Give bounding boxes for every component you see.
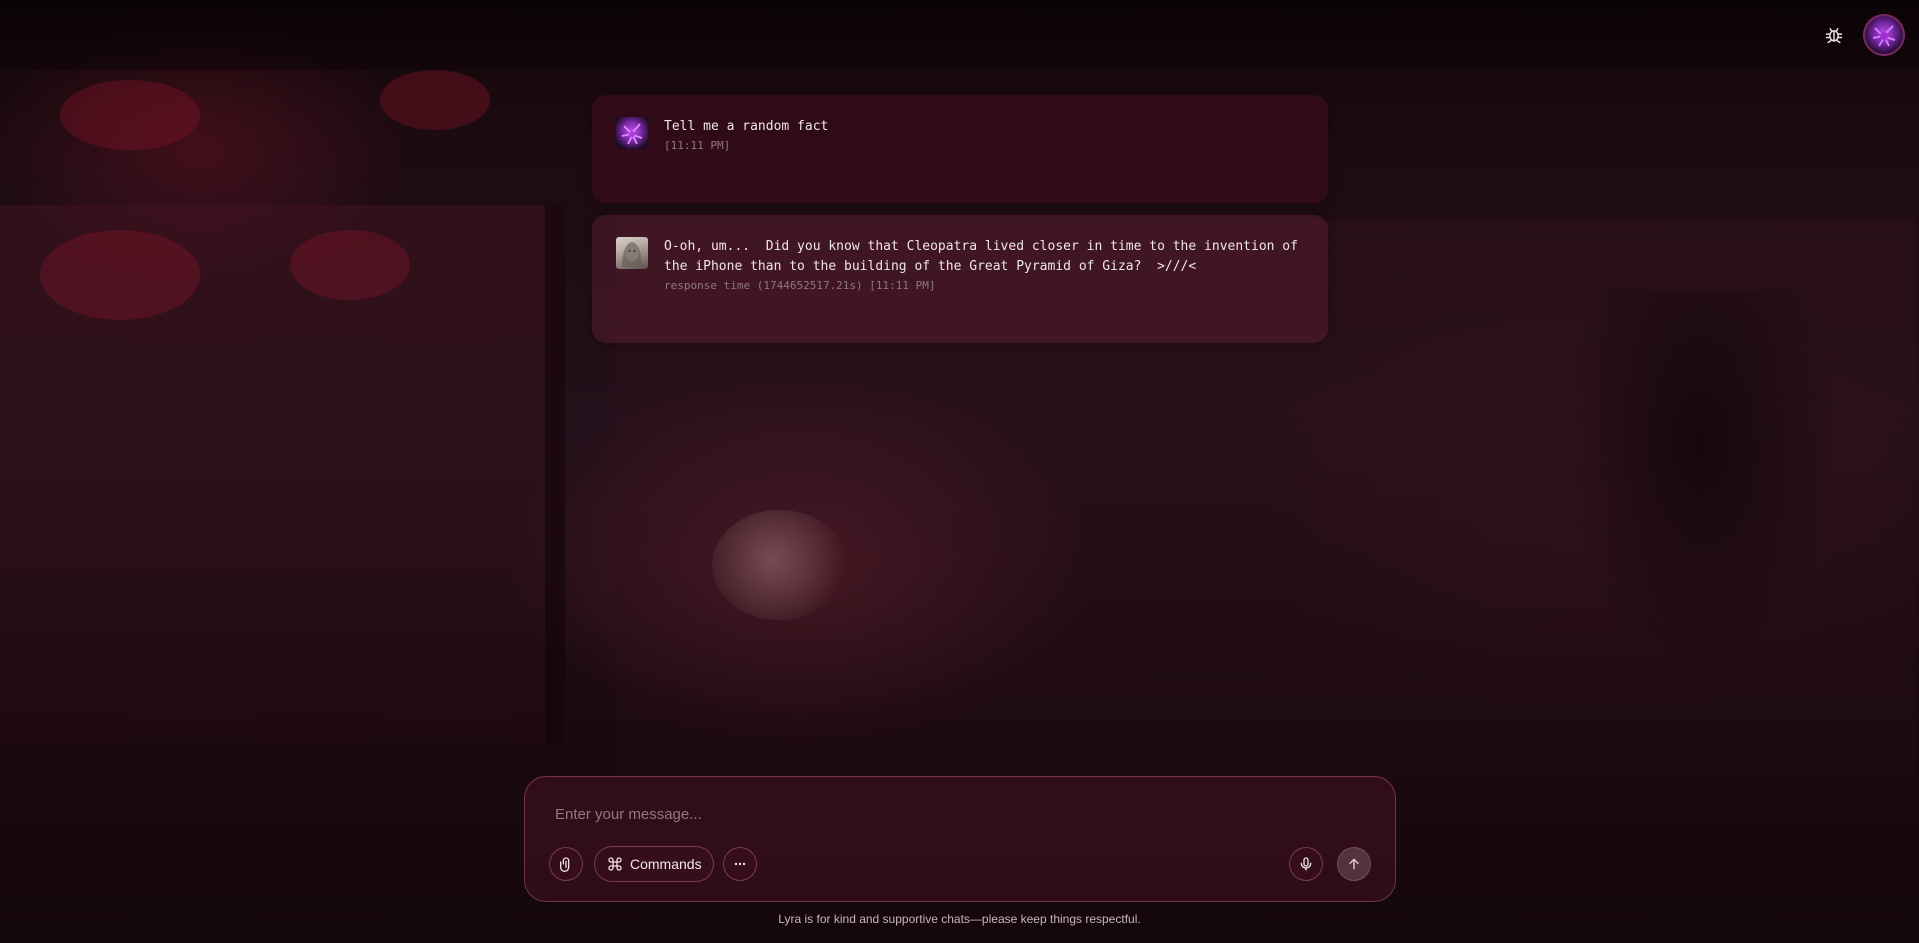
message-timestamp: [11:11 PM] — [664, 139, 731, 152]
bug-icon[interactable] — [1821, 22, 1847, 48]
footer-note: Lyra is for kind and supportive chats—pl… — [778, 912, 1141, 926]
background-pagoda — [1560, 290, 1840, 670]
microphone-button[interactable] — [1289, 847, 1323, 881]
message-response-time: response time (1744652517.21s) [11:11 PM… — [664, 279, 936, 292]
more-icon — [734, 862, 746, 866]
message-input[interactable] — [553, 805, 1337, 824]
paperclip-icon — [560, 857, 570, 872]
blossom-decoration — [60, 80, 200, 150]
message-user: Tell me a random fact [11:11 PM] — [592, 95, 1328, 203]
message-text: Tell me a random fact — [664, 119, 829, 134]
arrow-up-icon — [1349, 858, 1359, 870]
top-right-controls — [1821, 14, 1905, 56]
user-message-avatar — [616, 117, 648, 149]
blossom-decoration — [380, 70, 490, 130]
message-composer: Commands — [524, 776, 1396, 902]
send-button[interactable] — [1337, 847, 1371, 881]
message-assistant: O-oh, um... Did you know that Cleopatra … — [592, 215, 1328, 343]
background-frame — [0, 0, 1919, 70]
microphone-icon — [1300, 857, 1312, 871]
attach-button[interactable] — [549, 847, 583, 881]
commands-label: Commands — [630, 856, 702, 872]
assistant-avatar — [616, 237, 648, 269]
user-avatar[interactable] — [1863, 14, 1905, 56]
background-moon — [712, 510, 847, 620]
more-options-button[interactable] — [723, 847, 757, 881]
command-icon — [608, 857, 622, 871]
blossom-decoration — [40, 230, 200, 320]
blossom-decoration — [290, 230, 410, 300]
commands-button[interactable]: Commands — [594, 846, 714, 882]
message-text: O-oh, um... Did you know that Cleopatra … — [664, 239, 1298, 274]
